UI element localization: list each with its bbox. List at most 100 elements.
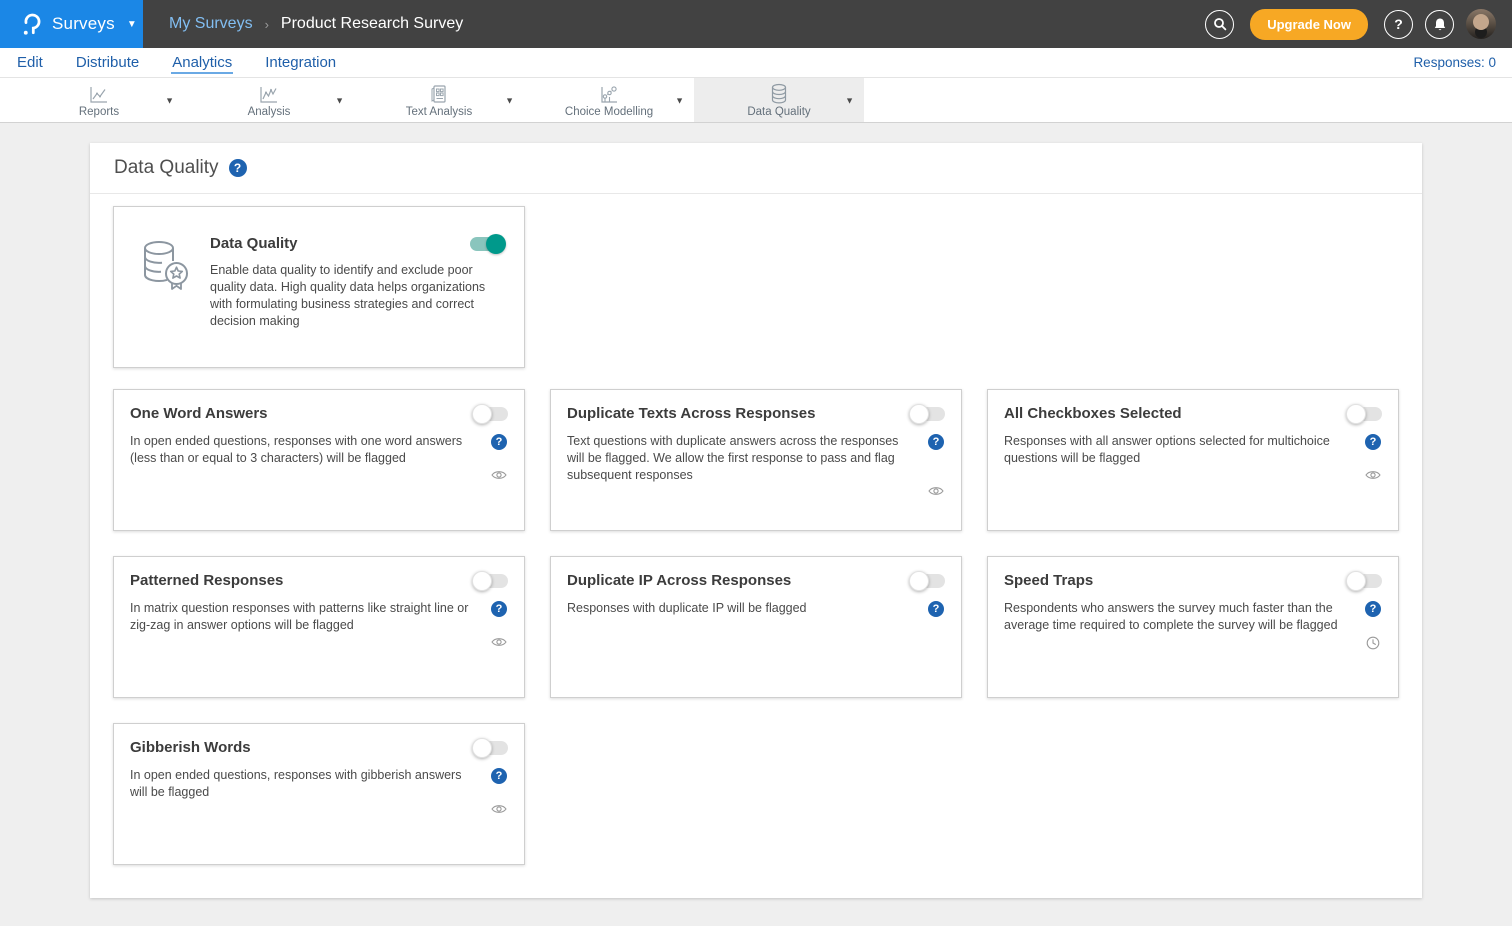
panel-header: Data Quality ?: [90, 143, 1422, 194]
page-title: Data Quality: [114, 157, 219, 179]
toggle-knob: [472, 571, 492, 591]
nav-item-integration[interactable]: Integration: [264, 52, 337, 74]
tab-dropdown-caret[interactable]: ▼: [335, 95, 344, 105]
notifications-button[interactable]: [1425, 10, 1454, 39]
app-logo-menu[interactable]: Surveys ▼: [0, 0, 143, 48]
breadcrumb-separator-icon: ›: [265, 17, 269, 32]
eye-icon[interactable]: [491, 803, 507, 815]
one-word-answers-toggle[interactable]: [474, 407, 508, 421]
card-title: Patterned Responses: [130, 572, 283, 589]
card-title: All Checkboxes Selected: [1004, 405, 1182, 422]
card-help-icon[interactable]: ?: [491, 768, 507, 784]
help-button[interactable]: ?: [1384, 10, 1413, 39]
tab-label: Analysis: [248, 106, 291, 118]
card-help-icon[interactable]: ?: [928, 601, 944, 617]
responses-count: Responses: 0: [1413, 55, 1496, 70]
nav-item-analytics[interactable]: Analytics: [171, 52, 233, 74]
tab-label: Data Quality: [747, 106, 810, 118]
card-duplicate-texts: Duplicate Texts Across Responses Text qu…: [550, 389, 962, 531]
card-duplicate-ip: Duplicate IP Across Responses Responses …: [550, 556, 962, 698]
toggle-knob: [472, 404, 492, 424]
chevron-down-icon: ▼: [127, 19, 137, 30]
card-title: One Word Answers: [130, 405, 268, 422]
card-help-icon[interactable]: ?: [491, 434, 507, 450]
tab-label: Reports: [79, 106, 119, 118]
tab-text-analysis[interactable]: Text Analysis ▼: [354, 78, 524, 122]
duplicate-ip-toggle[interactable]: [911, 574, 945, 588]
document-grid-icon: [429, 83, 449, 105]
tab-dropdown-caret[interactable]: ▼: [845, 95, 854, 105]
search-icon: [1213, 17, 1227, 31]
page-background: Data Quality ? Data Quality: [0, 123, 1512, 898]
card-help-icon[interactable]: ?: [1365, 434, 1381, 450]
card-all-checkboxes: All Checkboxes Selected Responses with a…: [987, 389, 1399, 531]
tab-label: Text Analysis: [406, 106, 472, 118]
card-patterned-responses: Patterned Responses In matrix question r…: [113, 556, 525, 698]
database-icon: [769, 83, 789, 105]
card-title: Duplicate Texts Across Responses: [567, 405, 815, 422]
eye-icon[interactable]: [491, 469, 507, 481]
card-help-icon[interactable]: ?: [491, 601, 507, 617]
tab-label: Choice Modelling: [565, 106, 653, 118]
card-description: Responses with all answer options select…: [1004, 433, 1364, 481]
gibberish-words-toggle[interactable]: [474, 741, 508, 755]
tab-dropdown-caret[interactable]: ▼: [505, 95, 514, 105]
card-description: Enable data quality to identify and excl…: [210, 262, 502, 330]
card-gibberish-words: Gibberish Words In open ended questions,…: [113, 723, 525, 865]
user-avatar[interactable]: [1466, 9, 1496, 39]
nav-item-edit[interactable]: Edit: [16, 52, 44, 74]
card-description: In matrix question responses with patter…: [130, 600, 490, 648]
eye-icon[interactable]: [928, 485, 944, 497]
tab-choice-modelling[interactable]: Choice Modelling ▼: [524, 78, 694, 122]
patterned-responses-toggle[interactable]: [474, 574, 508, 588]
bubble-chart-icon: [598, 83, 620, 105]
analytics-toolbar: Reports ▼ Analysis ▼: [0, 78, 1512, 123]
toggle-knob: [472, 738, 492, 758]
product-name: Surveys: [52, 14, 115, 34]
breadcrumb: My Surveys › Product Research Survey: [169, 0, 463, 48]
cards-area: Data Quality Enable data quality to iden…: [90, 194, 1422, 865]
card-one-word-answers: One Word Answers In open ended questions…: [113, 389, 525, 531]
toggle-knob: [909, 404, 929, 424]
area-chart-icon: [258, 83, 280, 105]
data-quality-master-card: Data Quality Enable data quality to iden…: [113, 206, 525, 368]
line-chart-icon: [88, 83, 110, 105]
quality-checks-grid: One Word Answers In open ended questions…: [113, 389, 1399, 865]
upgrade-now-button[interactable]: Upgrade Now: [1250, 9, 1368, 40]
card-speed-traps: Speed Traps Respondents who answers the …: [987, 556, 1399, 698]
tab-dropdown-caret[interactable]: ▼: [165, 95, 174, 105]
database-award-icon: [134, 235, 194, 295]
search-button[interactable]: [1205, 10, 1234, 39]
card-help-icon[interactable]: ?: [1365, 601, 1381, 617]
data-quality-toggle[interactable]: [470, 237, 504, 251]
card-description: In open ended questions, responses with …: [130, 433, 490, 481]
breadcrumb-my-surveys[interactable]: My Surveys: [169, 15, 253, 33]
topbar-actions: Upgrade Now ?: [1205, 0, 1512, 48]
speed-traps-toggle[interactable]: [1348, 574, 1382, 588]
data-quality-panel: Data Quality ? Data Quality: [90, 143, 1422, 898]
card-title: Gibberish Words: [130, 739, 251, 756]
bell-icon: [1433, 17, 1447, 32]
clock-icon[interactable]: [1366, 636, 1380, 650]
tab-data-quality[interactable]: Data Quality ▼: [694, 78, 864, 122]
page-help-icon[interactable]: ?: [229, 159, 247, 177]
top-bar: Surveys ▼ My Surveys › Product Research …: [0, 0, 1512, 48]
card-description: Respondents who answers the survey much …: [1004, 600, 1364, 650]
eye-icon[interactable]: [1365, 469, 1381, 481]
card-title: Duplicate IP Across Responses: [567, 572, 791, 589]
duplicate-texts-toggle[interactable]: [911, 407, 945, 421]
card-title: Data Quality: [210, 235, 298, 252]
tab-reports[interactable]: Reports ▼: [14, 78, 184, 122]
card-description: Responses with duplicate IP will be flag…: [567, 600, 927, 617]
nav-item-distribute[interactable]: Distribute: [75, 52, 140, 74]
toggle-knob: [1346, 571, 1366, 591]
toggle-knob: [909, 571, 929, 591]
survey-nav: Edit Distribute Analytics Integration Re…: [0, 48, 1512, 78]
eye-icon[interactable]: [491, 636, 507, 648]
card-help-icon[interactable]: ?: [928, 434, 944, 450]
tab-analysis[interactable]: Analysis ▼: [184, 78, 354, 122]
tab-dropdown-caret[interactable]: ▼: [675, 95, 684, 105]
breadcrumb-current-survey: Product Research Survey: [281, 15, 463, 33]
card-description: Text questions with duplicate answers ac…: [567, 433, 927, 497]
all-checkboxes-toggle[interactable]: [1348, 407, 1382, 421]
